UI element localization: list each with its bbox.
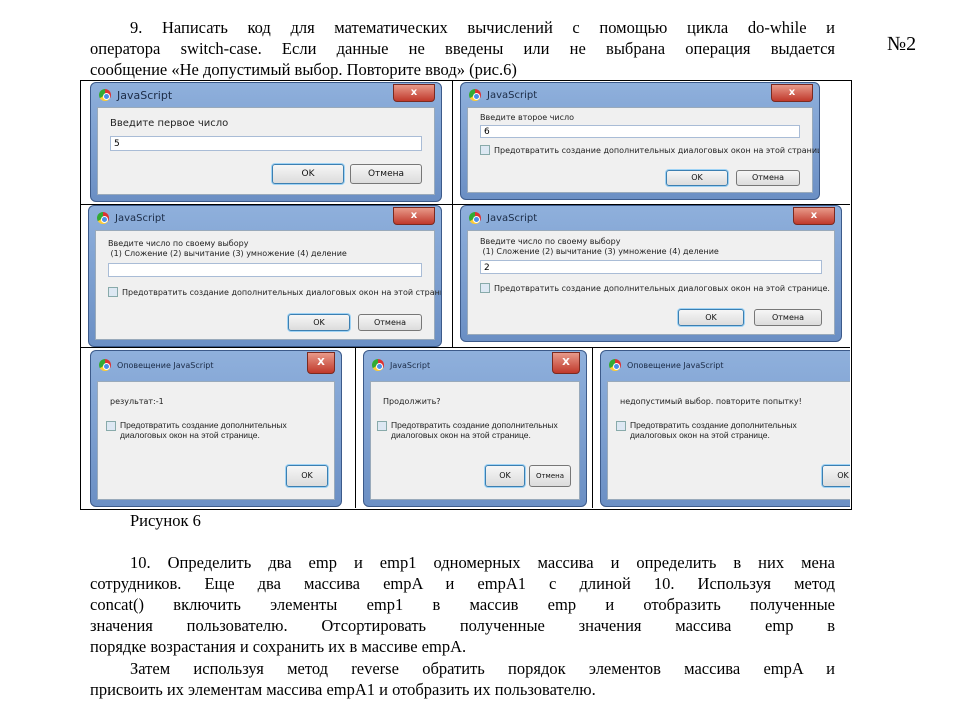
ok-button[interactable]: OK bbox=[288, 314, 350, 331]
dialog-message: Введите число по своему выбору (1) Сложе… bbox=[108, 239, 347, 258]
alert-dialog-result: Оповещение JavaScript X результат:-1 Пре… bbox=[90, 350, 342, 507]
dialog-title: JavaScript bbox=[487, 89, 538, 101]
dialog-message: Продолжить? bbox=[383, 397, 441, 406]
checkbox-label: Предотвратить создание дополнительных ди… bbox=[630, 420, 797, 440]
task9-line: 9. Написать код для математических вычис… bbox=[130, 18, 835, 37]
alert-dialog-invalid-choice: Оповещение JavaScript недопустимый выбор… bbox=[600, 350, 850, 507]
chrome-icon bbox=[97, 212, 109, 224]
number-input[interactable]: 5 bbox=[110, 136, 422, 151]
prompt-dialog-operation-filled: JavaScript x Введите число по своему выб… bbox=[460, 205, 842, 342]
ok-button[interactable]: OK bbox=[272, 164, 344, 184]
ok-button[interactable]: OK bbox=[485, 465, 525, 487]
clip-region: Оповещение JavaScript недопустимый выбор… bbox=[598, 348, 850, 508]
ok-button[interactable]: OK bbox=[666, 170, 728, 186]
cancel-button[interactable]: Отмена bbox=[350, 164, 422, 184]
table-divider bbox=[355, 347, 356, 508]
table-divider bbox=[452, 80, 453, 347]
task10-line: 10. Определить два emp и emp1 одномерных… bbox=[130, 553, 835, 572]
checkbox-icon[interactable] bbox=[616, 421, 626, 431]
checkbox-label: Предотвратить создание дополнительных ди… bbox=[122, 287, 442, 297]
task9-line: сообщение «Не допустимый выбор. Повторит… bbox=[90, 60, 517, 79]
task10-line: присвоить их элементам массива empA1 и о… bbox=[90, 680, 596, 699]
chrome-icon bbox=[99, 89, 111, 101]
cancel-button[interactable]: Отмена bbox=[736, 170, 800, 186]
page-number: №2 bbox=[887, 33, 917, 55]
checkbox-icon[interactable] bbox=[480, 145, 490, 155]
task10-line: concat() включить элементы emp1 в массив… bbox=[90, 595, 835, 614]
prompt-dialog-operation: JavaScript x Введите число по своему выб… bbox=[88, 205, 442, 347]
title-bar: JavaScript bbox=[91, 83, 441, 107]
document-page: 9. Написать код для математических вычис… bbox=[0, 0, 960, 720]
suppress-dialogs-checkbox[interactable]: Предотвратить создание дополнительных ди… bbox=[108, 287, 442, 297]
ok-button[interactable]: OK bbox=[286, 465, 328, 487]
cancel-button[interactable]: Отмена bbox=[754, 309, 822, 326]
checkbox-icon[interactable] bbox=[106, 421, 116, 431]
dialog-message: Введите первое число bbox=[110, 118, 229, 129]
close-button[interactable]: X bbox=[307, 352, 335, 374]
chrome-icon bbox=[609, 359, 621, 371]
suppress-dialogs-checkbox[interactable]: Предотвратить создание дополнительных ди… bbox=[480, 283, 830, 293]
task10-line: Затем используя метод reverse обратить п… bbox=[130, 659, 835, 678]
prompt-dialog-second-number: JavaScript x Введите второе число 6 Пред… bbox=[460, 82, 820, 200]
close-button[interactable]: x bbox=[393, 84, 435, 102]
close-button[interactable]: X bbox=[552, 352, 580, 374]
task9-line: оператора switch-case. Если данные не вв… bbox=[90, 39, 835, 58]
task10-line: значения пользователю. Отсортировать пол… bbox=[90, 616, 835, 635]
ok-button[interactable]: OK bbox=[678, 309, 744, 326]
cancel-button[interactable]: Отмена bbox=[358, 314, 422, 331]
checkbox-icon[interactable] bbox=[108, 287, 118, 297]
checkbox-icon[interactable] bbox=[377, 421, 387, 431]
ok-button[interactable]: OK bbox=[822, 465, 850, 487]
checkbox-label: Предотвратить создание дополнительных ди… bbox=[494, 145, 820, 155]
operation-input[interactable] bbox=[108, 263, 422, 277]
close-button[interactable]: x bbox=[793, 207, 835, 225]
prompt-dialog-first-number: JavaScript x Введите первое число 5 OK О… bbox=[90, 82, 442, 202]
dialog-message: результат:-1 bbox=[110, 397, 164, 406]
dialog-message: недопустимый выбор. повторите попытку! bbox=[620, 397, 802, 406]
dialog-title: Оповещение JavaScript bbox=[627, 360, 724, 370]
task10-line: порядке возрастания и сохранить их в мас… bbox=[90, 637, 467, 656]
dialog-title: JavaScript bbox=[115, 212, 166, 224]
dialog-title: JavaScript bbox=[390, 360, 431, 370]
dialog-title: JavaScript bbox=[117, 88, 173, 102]
chrome-icon bbox=[372, 359, 384, 371]
operation-input[interactable]: 2 bbox=[480, 260, 822, 274]
suppress-dialogs-checkbox[interactable]: Предотвратить создание дополнительных ди… bbox=[480, 145, 820, 155]
checkbox-label: Предотвратить создание дополнительных ди… bbox=[391, 420, 558, 440]
dialog-title: JavaScript bbox=[487, 212, 538, 224]
figure-caption: Рисунок 6 bbox=[130, 511, 201, 530]
confirm-dialog-continue: JavaScript X Продолжить? Предотвратить с… bbox=[363, 350, 587, 507]
close-button[interactable]: x bbox=[393, 207, 435, 225]
cancel-button[interactable]: Отмена bbox=[529, 465, 571, 487]
chrome-icon bbox=[469, 212, 481, 224]
table-divider bbox=[592, 347, 593, 508]
suppress-dialogs-checkbox[interactable]: Предотвратить создание дополнительных ди… bbox=[616, 420, 841, 440]
dialog-title: Оповещение JavaScript bbox=[117, 360, 214, 370]
number-input[interactable]: 6 bbox=[480, 125, 800, 138]
dialog-message: Введите число по своему выбору (1) Сложе… bbox=[480, 237, 719, 256]
checkbox-label: Предотвратить создание дополнительных ди… bbox=[494, 283, 830, 293]
task10-line: сотрудников. Еще два массива empA и empA… bbox=[90, 574, 835, 593]
chrome-icon bbox=[469, 89, 481, 101]
suppress-dialogs-checkbox[interactable]: Предотвратить создание дополнительных ди… bbox=[106, 420, 326, 440]
suppress-dialogs-checkbox[interactable]: Предотвратить создание дополнительных ди… bbox=[377, 420, 573, 440]
close-button[interactable]: x bbox=[771, 84, 813, 102]
checkbox-label: Предотвратить создание дополнительных ди… bbox=[120, 420, 287, 440]
checkbox-icon[interactable] bbox=[480, 283, 490, 293]
dialog-message: Введите второе число bbox=[480, 113, 575, 122]
chrome-icon bbox=[99, 359, 111, 371]
